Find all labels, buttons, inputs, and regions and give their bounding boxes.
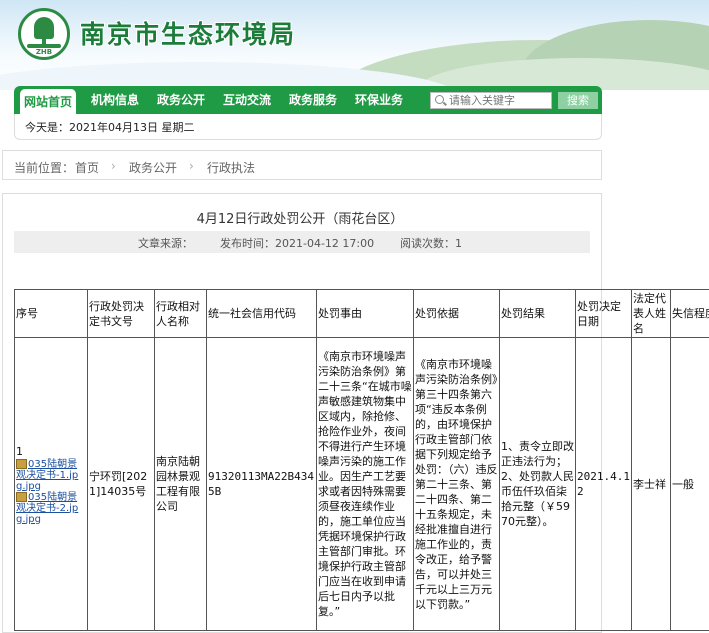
search-icon <box>435 95 444 104</box>
nav-item-home[interactable]: 网站首页 <box>20 89 76 114</box>
breadcrumb-enforcement[interactable]: 行政执法 <box>207 159 255 176</box>
col-header-reason: 处罚事由 <box>317 290 414 338</box>
logo-text: ZHB <box>21 48 67 56</box>
col-header-legal-rep: 法定代表人姓名 <box>632 290 671 338</box>
col-header-credit-code: 统一社会信用代码 <box>207 290 317 338</box>
breadcrumb-label: 当前位置： <box>14 159 74 176</box>
nav-item-services[interactable]: 政务服务 <box>289 86 337 114</box>
table-row: 1 035陆朝景观决定书-1.jpg.jpg 035陆朝景观决定书-2.jpg.… <box>15 338 709 631</box>
nav-item-env-business[interactable]: 环保业务 <box>355 86 403 114</box>
main-nav: 网站首页 机构信息 政务公开 互动交流 政务服务 环保业务 搜索 <box>14 86 602 114</box>
search-input[interactable] <box>449 93 549 108</box>
cell-basis: 《南京市环境噪声污染防治条例》第三十四条第六项“违反本条例的，由环境保护行政主管… <box>414 338 500 631</box>
attachment-link-1[interactable]: 035陆朝景观决定书-1.jpg.jpg <box>16 459 86 492</box>
chevron-right-icon: › <box>111 159 116 173</box>
cell-result: 1、责令立即改正违法行为；2、处罚款人民币伍仟玖佰柒拾元整（￥5970元整）。 <box>500 338 576 631</box>
col-header-doc-no: 行政处罚决定书文号 <box>88 290 155 338</box>
article-source: 文章来源： <box>138 235 193 251</box>
site-banner: ZHB 南京市生态环境局 <box>0 0 709 90</box>
cell-credit-code: 91320113MA22B4345B <box>207 338 317 631</box>
file-icon <box>16 459 27 469</box>
attachment-link-2[interactable]: 035陆朝景观决定书-2.jpg.jpg <box>16 492 86 525</box>
search-box <box>430 92 552 109</box>
cell-credit-level: 一般 <box>671 338 709 631</box>
article-meta: 文章来源： 发布时间：2021-04-12 17:00 阅读次数：1 <box>14 231 590 253</box>
nav-item-gov-affairs[interactable]: 政务公开 <box>157 86 205 114</box>
cell-party-name: 南京陆朝园林景观工程有限公司 <box>155 338 207 631</box>
article-title: 4月12日行政处罚公开（雨花台区） <box>0 208 600 227</box>
cell-seq: 1 035陆朝景观决定书-1.jpg.jpg 035陆朝景观决定书-2.jpg.… <box>15 338 88 631</box>
cell-reason: 《南京市环境噪声污染防治条例》第二十三条“在城市噪声敏感建筑物集中区域内，除抢修… <box>317 338 414 631</box>
search-button[interactable]: 搜索 <box>558 92 598 109</box>
row-number: 1 <box>16 444 86 459</box>
col-header-party-name: 行政相对人名称 <box>155 290 207 338</box>
col-header-seq: 序号 <box>15 290 88 338</box>
file-icon <box>16 492 27 502</box>
col-header-basis: 处罚依据 <box>414 290 500 338</box>
date-bar: 今天是：2021年04月13日 星期二 <box>14 114 602 140</box>
table-header-row: 序号 行政处罚决定书文号 行政相对人名称 统一社会信用代码 处罚事由 处罚依据 … <box>15 290 709 338</box>
cell-legal-rep: 李士祥 <box>632 338 671 631</box>
col-header-result: 处罚结果 <box>500 290 576 338</box>
col-header-credit-level: 失信程度 <box>671 290 709 338</box>
breadcrumb-gov-affairs[interactable]: 政务公开 <box>129 159 177 176</box>
chevron-right-icon: › <box>189 159 194 173</box>
read-count: 阅读次数：1 <box>400 235 462 251</box>
col-header-date: 处罚决定日期 <box>576 290 632 338</box>
penalty-table: 序号 行政处罚决定书文号 行政相对人名称 统一社会信用代码 处罚事由 处罚依据 … <box>14 289 709 631</box>
breadcrumb: 当前位置： 首页 › 政务公开 › 行政执法 <box>2 150 602 180</box>
logo[interactable]: ZHB <box>18 8 70 60</box>
cell-doc-no: 宁环罚[2021]14035号 <box>88 338 155 631</box>
current-date: 今天是：2021年04月13日 星期二 <box>25 119 194 135</box>
site-title[interactable]: 南京市生态环境局 <box>80 15 296 51</box>
breadcrumb-home[interactable]: 首页 <box>75 159 99 176</box>
cell-date: 2021.4.12 <box>576 338 632 631</box>
nav-item-org-info[interactable]: 机构信息 <box>91 86 139 114</box>
tree-icon <box>34 17 54 39</box>
publish-time: 发布时间：2021-04-12 17:00 <box>220 235 374 251</box>
nav-item-interaction[interactable]: 互动交流 <box>223 86 271 114</box>
